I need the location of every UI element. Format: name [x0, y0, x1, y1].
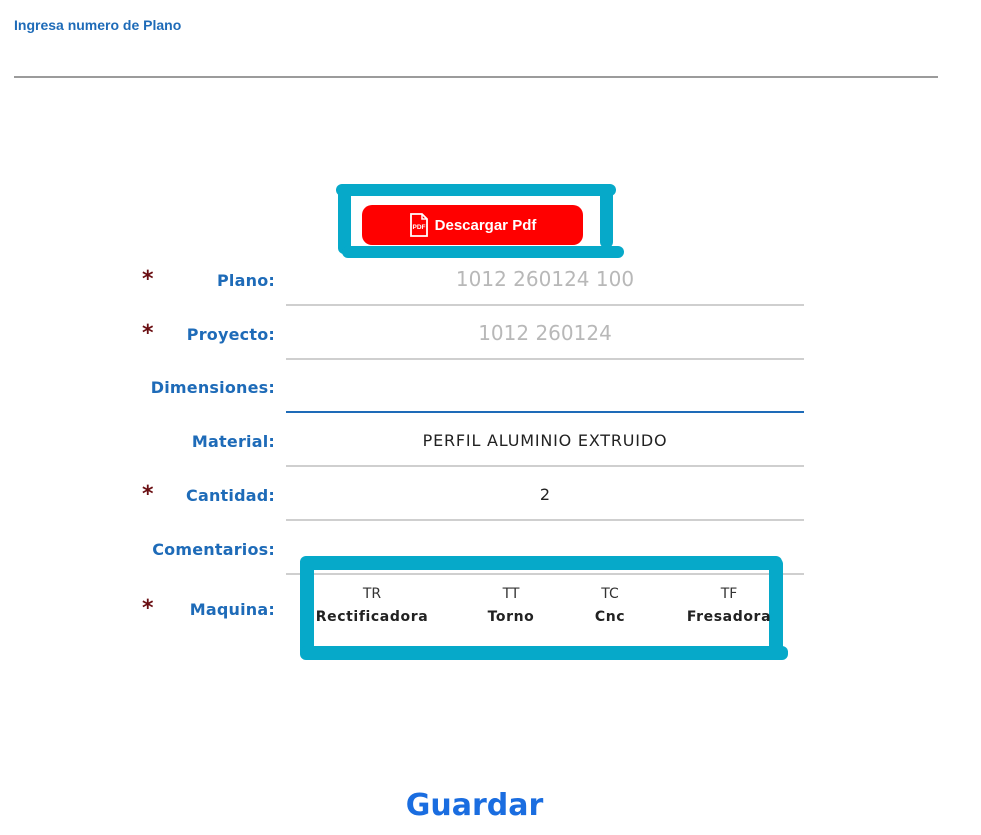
comentarios-label: Comentarios: — [152, 540, 275, 559]
dimensiones-field[interactable] — [286, 361, 804, 413]
pdf-file-icon: PDF — [409, 213, 429, 237]
machine-name: Cnc — [594, 609, 626, 625]
plano-label: Plano: — [217, 271, 275, 290]
machine-code: TC — [601, 586, 619, 602]
download-pdf-button[interactable]: PDF Descargar Pdf — [362, 205, 583, 245]
machine-option-tf[interactable]: TF Fresadora — [686, 585, 772, 625]
proyecto-label: Proyecto: — [186, 325, 275, 344]
dimensiones-label: Dimensiones: — [150, 378, 275, 397]
material-label: Material: — [191, 432, 275, 451]
machine-option-tt[interactable]: TT Torno — [482, 585, 540, 625]
cantidad-field[interactable] — [286, 469, 804, 521]
highlight-machines-bottom — [300, 646, 788, 660]
highlight-machines-top — [300, 556, 782, 570]
maquina-label: Maquina: — [189, 600, 275, 619]
machine-code: TT — [502, 586, 520, 602]
required-star-cantidad: * — [142, 482, 154, 507]
cantidad-label: Cantidad: — [186, 486, 275, 505]
highlight-pdf-left — [338, 186, 351, 254]
required-star-proyecto: * — [142, 321, 154, 346]
plano-search-label: Ingresa numero de Plano — [14, 17, 182, 33]
download-pdf-label: Descargar Pdf — [434, 216, 537, 234]
material-field[interactable] — [286, 415, 804, 467]
machine-option-tc[interactable]: TC Cnc — [586, 585, 634, 625]
machine-code: TF — [720, 586, 738, 602]
proyecto-field[interactable] — [286, 308, 804, 360]
required-star-plano: * — [142, 267, 154, 292]
machine-option-tr[interactable]: TR Rectificadora — [315, 585, 429, 625]
highlight-pdf-top — [336, 184, 616, 196]
plano-search-input[interactable] — [14, 44, 938, 78]
save-button[interactable]: Guardar — [0, 788, 949, 823]
highlight-machines-left — [300, 558, 314, 658]
required-star-maquina: * — [142, 596, 154, 621]
plano-field[interactable] — [286, 254, 804, 306]
machine-name: Rectificadora — [315, 609, 429, 625]
highlight-pdf-right — [600, 184, 613, 248]
machine-name: Torno — [487, 609, 535, 625]
machine-code: TR — [362, 586, 382, 602]
machine-name: Fresadora — [686, 609, 772, 625]
svg-text:PDF: PDF — [412, 224, 425, 231]
